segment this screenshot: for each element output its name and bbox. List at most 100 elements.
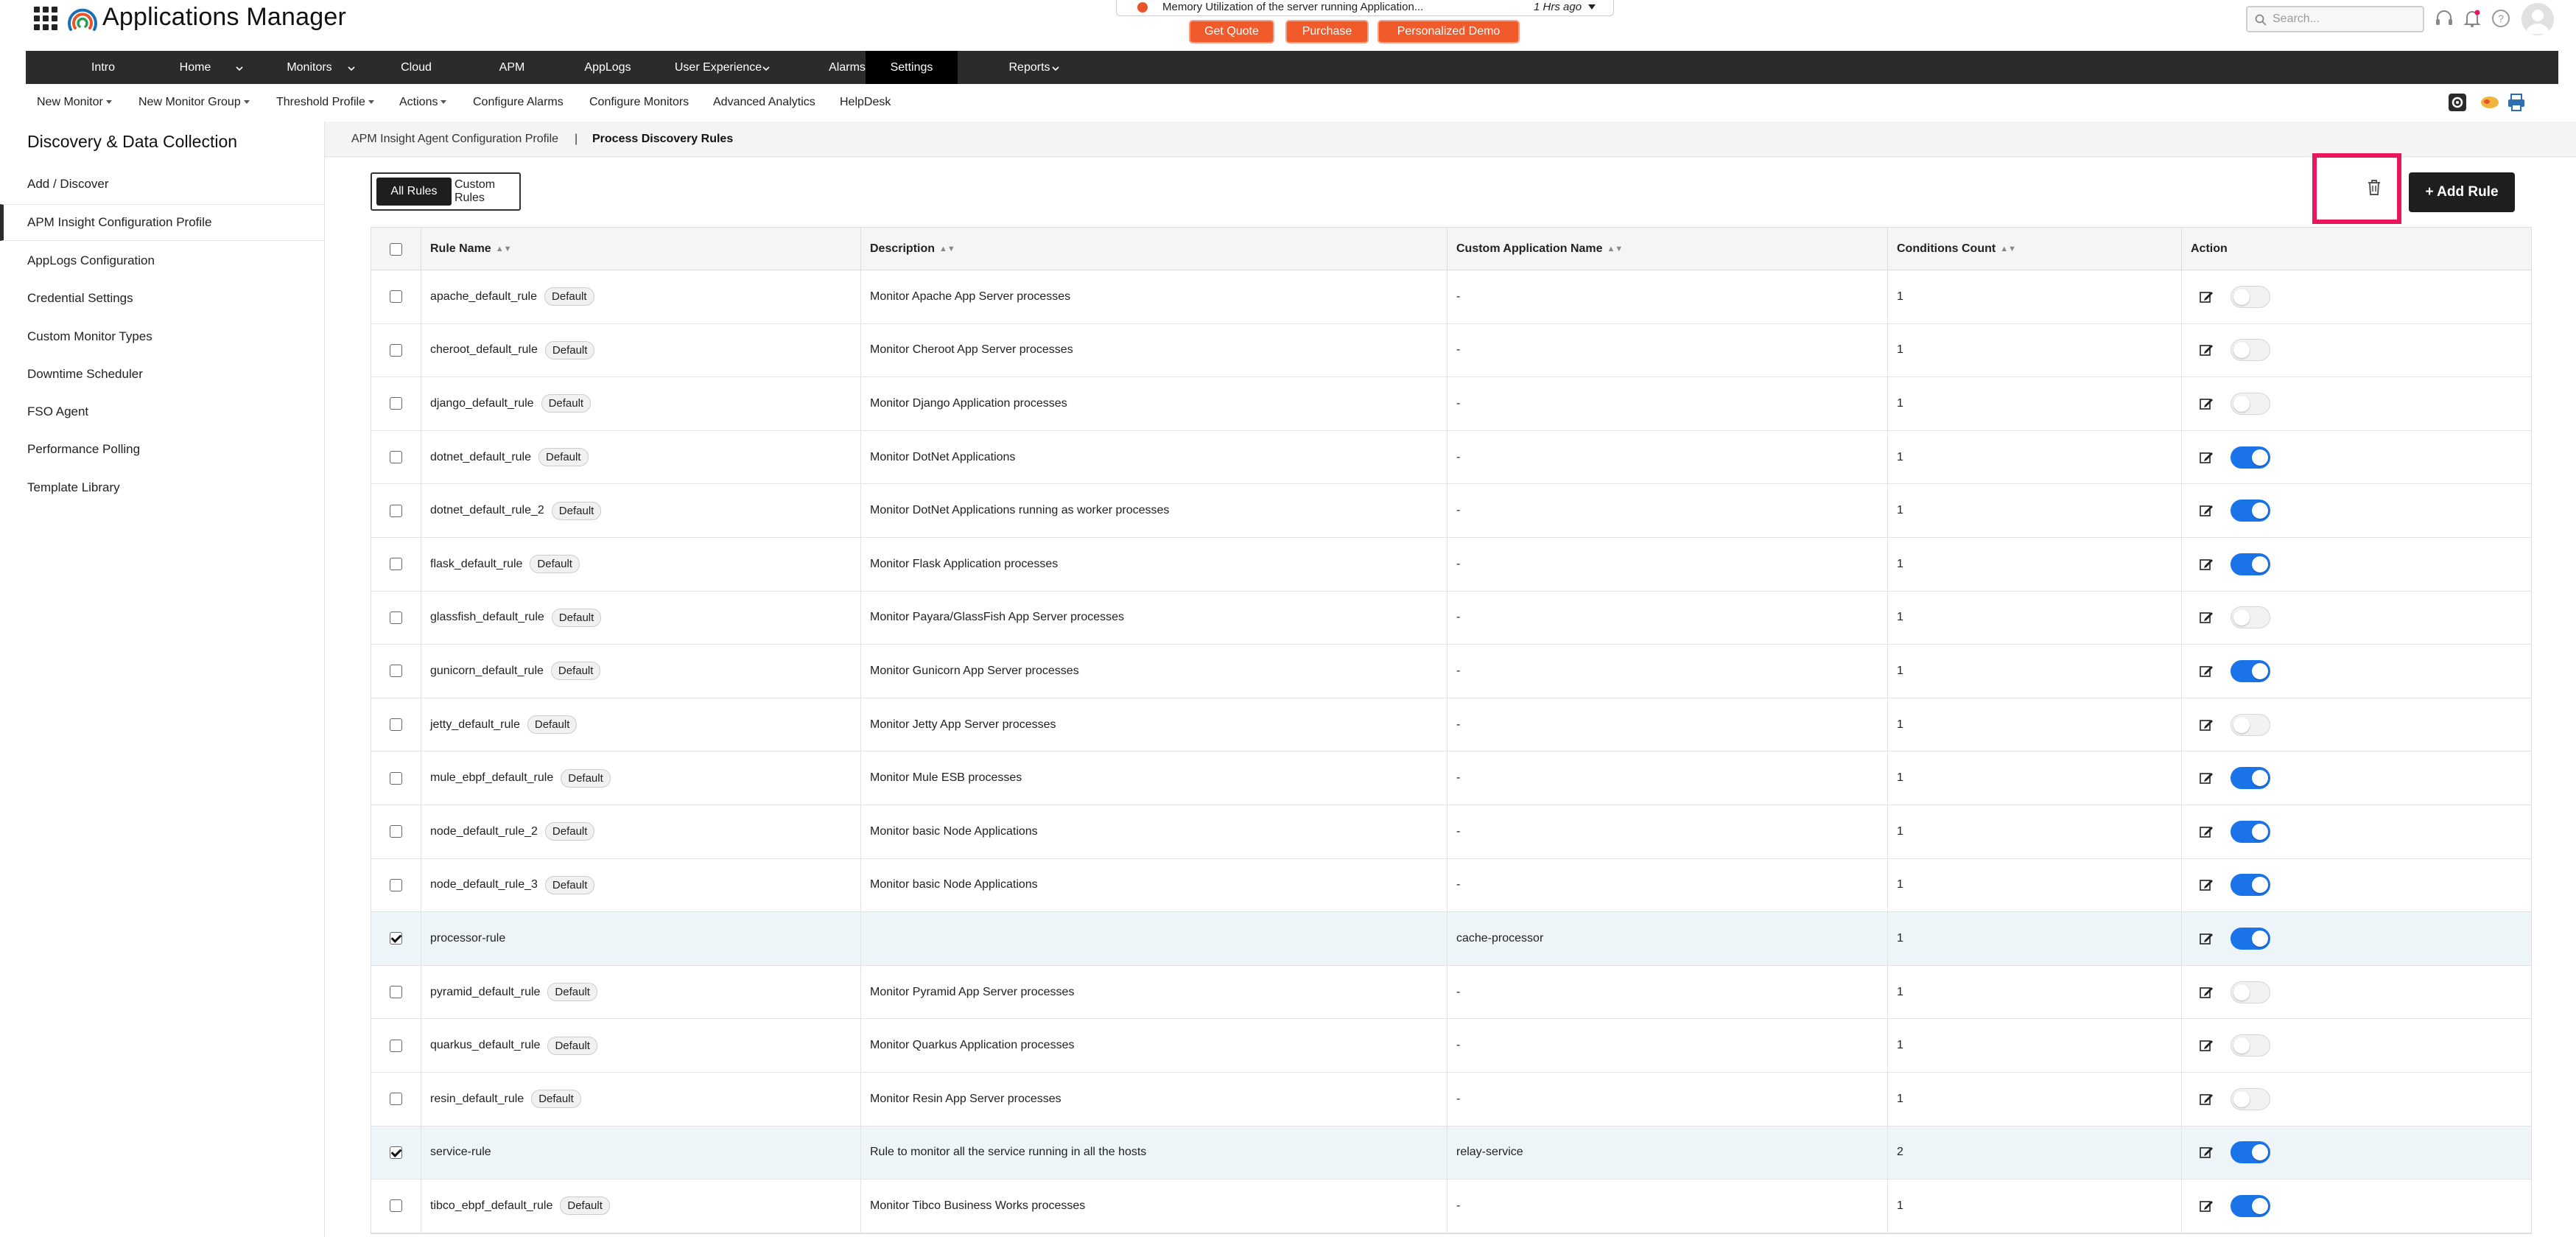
row-checkbox[interactable] [390,1146,402,1159]
sidebar-item-add-discover[interactable]: Add / Discover [0,166,324,203]
tab-custom-rules[interactable]: Custom Rules [455,178,519,206]
edit-icon[interactable] [2199,450,2214,465]
alert-ticker[interactable]: Memory Utilization of the server running… [1116,0,1614,16]
rule-enabled-toggle[interactable] [2231,553,2270,575]
edit-icon[interactable] [2199,503,2214,518]
row-checkbox[interactable] [390,1039,402,1052]
subnav-advanced-analytics[interactable]: Advanced Analytics [713,96,815,109]
edit-icon[interactable] [2199,1038,2214,1053]
row-checkbox[interactable] [390,504,402,517]
app-launcher-icon[interactable] [34,7,57,30]
nav-home[interactable]: Home [158,51,232,84]
row-checkbox[interactable] [390,932,402,945]
nav-monitors[interactable]: Monitors [262,51,357,84]
help-icon[interactable]: ? [2490,7,2512,29]
sidebar-item-fso-agent[interactable]: FSO Agent [0,393,324,430]
tab-all-rules[interactable]: All Rules [376,178,452,206]
subnav-new-monitor-group[interactable]: New Monitor Group [138,96,250,109]
table-row[interactable]: pyramid_default_rule Default Monitor Pyram… [371,965,2531,1020]
edit-icon[interactable] [2199,343,2214,357]
chevron-down-icon[interactable] [1588,4,1596,10]
edit-icon[interactable] [2199,718,2214,732]
edit-icon[interactable] [2199,824,2214,839]
theme-icon[interactable] [2480,92,2500,113]
edit-icon[interactable] [2199,1092,2214,1107]
rule-enabled-toggle[interactable] [2231,606,2270,629]
sidebar-item-template-library[interactable]: Template Library [0,469,324,506]
sidebar-item-performance-polling[interactable]: Performance Polling [0,431,324,468]
rule-enabled-toggle[interactable] [2231,500,2270,522]
edit-icon[interactable] [2199,557,2214,572]
table-row[interactable]: django_default_rule Default Monitor Django… [371,377,2531,431]
rule-enabled-toggle[interactable] [2231,659,2270,682]
table-row[interactable]: node_default_rule_3 Default Monitor basic … [371,858,2531,913]
table-row[interactable]: resin_default_rule Default Monitor Resin A… [371,1072,2531,1126]
select-all-checkbox[interactable] [390,242,402,256]
nav-reports[interactable]: Reports [972,51,1087,84]
edit-icon[interactable] [2199,1199,2214,1213]
table-row[interactable]: flask_default_rule Default Monitor Flask A… [371,537,2531,592]
add-rule-button[interactable]: + Add Rule [2409,172,2515,212]
table-row[interactable]: dotnet_default_rule Default Monitor DotNet… [371,430,2531,485]
table-row[interactable]: gunicorn_default_rule Default Monitor Guni… [371,645,2531,698]
row-checkbox[interactable] [390,665,402,678]
chevron-down-icon[interactable] [1052,65,1059,72]
table-row[interactable]: tibco_ebpf_default_rule Default Monitor Ti… [371,1180,2531,1233]
header-conditions-count[interactable]: Conditions Count ▲▼ [1887,228,2181,270]
rule-enabled-toggle[interactable] [2231,1087,2270,1110]
table-row[interactable]: apache_default_rule Default Monitor Apache… [371,270,2531,324]
rule-enabled-toggle[interactable] [2231,820,2270,843]
rule-enabled-toggle[interactable] [2231,339,2270,362]
rule-enabled-toggle[interactable] [2231,981,2270,1003]
bell-icon[interactable] [2461,7,2483,29]
rule-enabled-toggle[interactable] [2231,1194,2270,1217]
table-row[interactable]: dotnet_default_rule_2 Default Monitor DotN… [371,484,2531,538]
table-row[interactable]: quarkus_default_rule Default Monitor Quark… [371,1019,2531,1073]
edit-icon[interactable] [2199,610,2214,625]
alert-text[interactable]: Memory Utilization of the server running… [1162,1,1423,13]
headset-icon[interactable] [2433,7,2455,29]
sidebar-item-custom-monitor-types[interactable]: Custom Monitor Types [0,318,324,355]
table-row[interactable]: glassfish_default_rule Default Monitor Pay… [371,591,2531,645]
nav-user-experience[interactable]: User Experience [645,51,792,84]
row-checkbox[interactable] [390,825,402,838]
personalized-demo-button[interactable]: Personalized Demo [1378,20,1520,43]
rule-enabled-toggle[interactable] [2231,285,2270,308]
subnav-configure-alarms[interactable]: Configure Alarms [473,96,564,109]
edit-icon[interactable] [2199,771,2214,785]
rule-enabled-toggle[interactable] [2231,927,2270,950]
sidebar-item-credential-settings[interactable]: Credential Settings [0,280,324,317]
row-checkbox[interactable] [390,771,402,785]
print-icon[interactable] [2506,92,2527,113]
header-rule-name[interactable]: Rule Name ▲▼ [421,228,860,270]
table-row[interactable]: node_default_rule_2 Default Monitor basic … [371,805,2531,859]
row-checkbox[interactable] [390,1093,402,1106]
subnav-configure-monitors[interactable]: Configure Monitors [589,96,689,109]
settings-gear-icon[interactable] [2447,92,2468,113]
chevron-down-icon[interactable] [348,65,355,72]
row-checkbox[interactable] [390,558,402,571]
nav-cloud[interactable]: Cloud [379,51,453,84]
row-checkbox[interactable] [390,611,402,624]
rule-enabled-toggle[interactable] [2231,446,2270,469]
row-checkbox[interactable] [390,343,402,357]
trash-icon[interactable] [2364,177,2384,197]
edit-icon[interactable] [2199,664,2214,679]
search-input[interactable] [2273,10,2420,28]
nav-applogs[interactable]: AppLogs [560,51,656,84]
get-quote-button[interactable]: Get Quote [1189,20,1274,43]
edit-icon[interactable] [2199,1145,2214,1160]
table-row[interactable]: service-rule Rule to monitor all the serv… [371,1126,2531,1180]
rule-enabled-toggle[interactable] [2231,1034,2270,1057]
chevron-down-icon[interactable] [236,65,243,72]
rule-enabled-toggle[interactable] [2231,767,2270,790]
header-custom-app-name[interactable]: Custom Application Name ▲▼ [1447,228,1887,270]
header-description[interactable]: Description ▲▼ [860,228,1447,270]
sidebar-item-downtime-scheduler[interactable]: Downtime Scheduler [0,356,324,393]
row-checkbox[interactable] [390,451,402,464]
row-checkbox[interactable] [390,878,402,891]
chevron-down-icon[interactable] [762,65,770,72]
purchase-button[interactable]: Purchase [1285,20,1369,43]
breadcrumb-parent[interactable]: APM Insight Agent Configuration Profile [351,133,558,146]
table-row[interactable]: cheroot_default_rule Default Monitor Chero… [371,323,2531,378]
